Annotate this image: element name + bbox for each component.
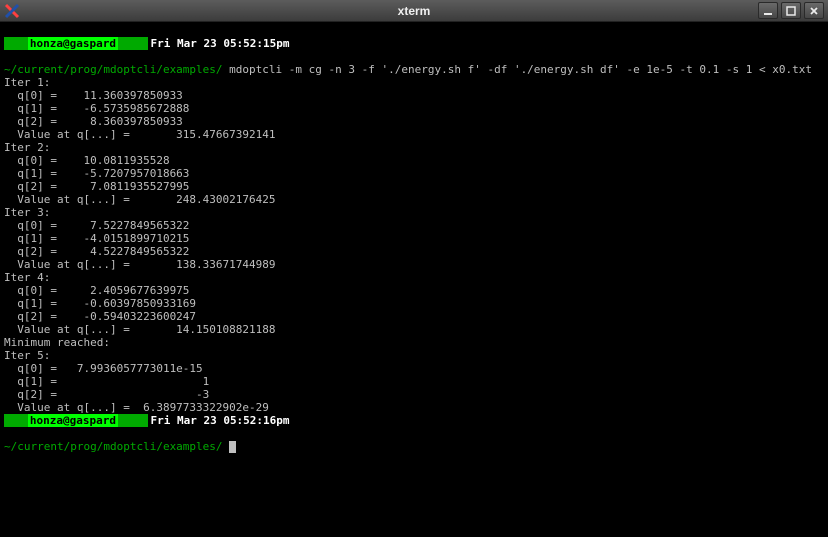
output-line: Value at q[...] = 6.3897733322902e-29 [4,401,269,414]
output-line: Iter 2: [4,141,50,154]
output-line: q[2] = 8.360397850933 [4,115,183,128]
output-line: q[1] = -5.7207957018663 [4,167,189,180]
output-line: q[0] = 2.4059677639975 [4,284,189,297]
output-line: Value at q[...] = 14.150108821188 [4,323,276,336]
output-line: Iter 3: [4,206,50,219]
output-line: q[0] = 7.9936057773011e-15 [4,362,203,375]
output-line: Iter 5: [4,349,50,362]
output-line: Value at q[...] = 315.47667392141 [4,128,276,141]
status-line-2: honza@gaspard Fri Mar 23 05:52:16pm [4,414,824,427]
output-line: Value at q[...] = 138.33671744989 [4,258,276,271]
output-line: q[0] = 7.5227849565322 [4,219,189,232]
window-title: xterm [0,4,828,18]
titlebar[interactable]: xterm [0,0,828,22]
output-line: q[2] = 4.5227849565322 [4,245,189,258]
output-line: q[0] = 10.0811935528 [4,154,170,167]
app-x-icon [4,3,20,19]
minimize-button[interactable] [758,2,778,19]
output-line: Value at q[...] = 248.43002176425 [4,193,276,206]
status-user: honza@gaspard [28,414,118,427]
cursor [229,441,236,453]
prompt-path: ~/current/prog/mdoptcli/examples/ [4,440,223,453]
status-user: honza@gaspard [28,37,118,50]
output-line: Iter 1: [4,76,50,89]
output-line: q[1] = -0.60397850933169 [4,297,196,310]
prompt-path: ~/current/prog/mdoptcli/examples/ [4,63,223,76]
command-text: mdoptcli -m cg -n 3 -f './energy.sh f' -… [229,63,812,76]
window-buttons [758,2,828,19]
status-timestamp: Fri Mar 23 05:52:16pm [148,414,291,427]
output-line: q[1] = -4.0151899710215 [4,232,189,245]
output-line: q[2] = -3 [4,388,209,401]
output-line: q[1] = 1 [4,375,209,388]
output-line: q[2] = -0.59403223600247 [4,310,196,323]
output-line: q[2] = 7.0811935527995 [4,180,189,193]
close-button[interactable] [804,2,824,19]
status-timestamp: Fri Mar 23 05:52:15pm [148,37,291,50]
output-line: Iter 4: [4,271,50,284]
maximize-button[interactable] [781,2,801,19]
status-line-1: honza@gaspard Fri Mar 23 05:52:15pm [4,37,824,50]
output-line: q[0] = 11.360397850933 [4,89,183,102]
output-line: Minimum reached: [4,336,110,349]
output-line: q[1] = -6.5735985672888 [4,102,189,115]
window-frame: xterm honza@gaspard Fri Mar 23 05:52:15p… [0,0,828,537]
terminal-area[interactable]: honza@gaspard Fri Mar 23 05:52:15pm ~/cu… [0,22,828,537]
